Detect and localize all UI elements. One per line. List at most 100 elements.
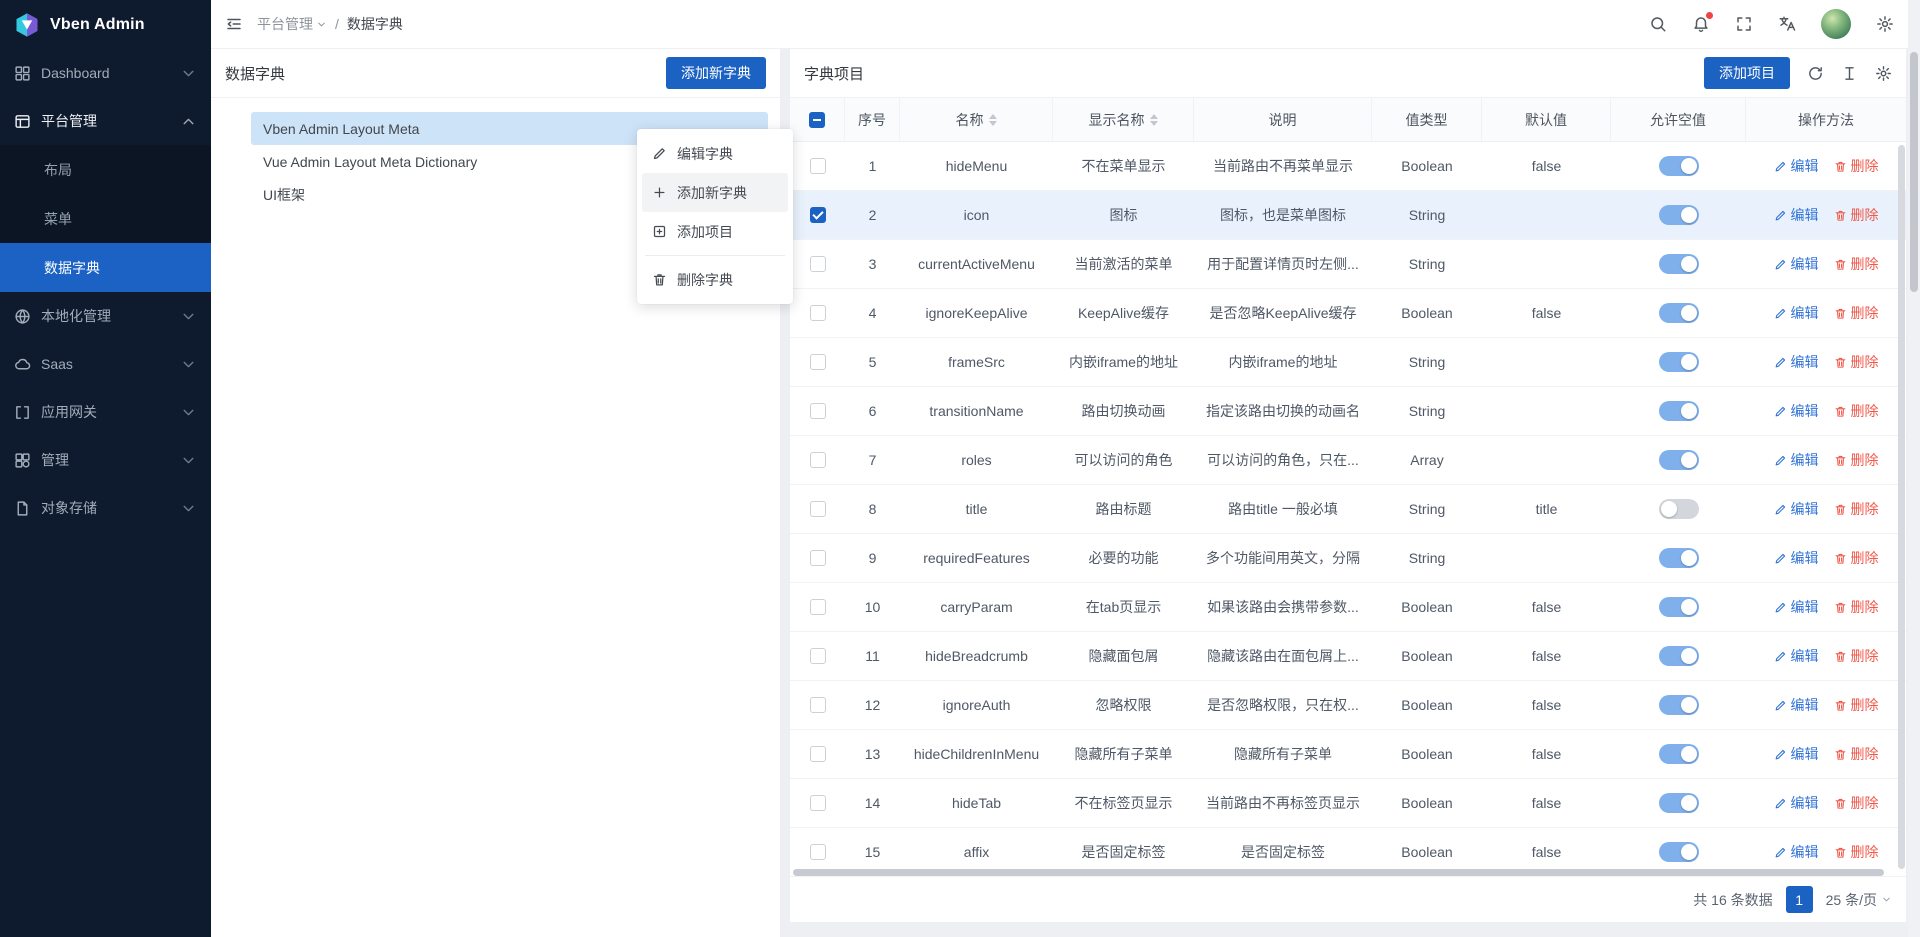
nullable-toggle[interactable] — [1659, 695, 1699, 715]
nullable-toggle[interactable] — [1659, 597, 1699, 617]
delete-link[interactable]: 删除 — [1834, 450, 1879, 470]
user-avatar[interactable] — [1821, 9, 1851, 39]
nullable-toggle[interactable] — [1659, 744, 1699, 764]
row-checkbox[interactable] — [810, 697, 826, 713]
sidebar-item-layout[interactable]: 布局 — [0, 145, 211, 194]
table-row[interactable]: 9requiredFeatures必要的功能多个功能间用英文，分隔String编… — [790, 534, 1906, 583]
row-checkbox[interactable] — [810, 795, 826, 811]
breadcrumb-item-platform[interactable]: 平台管理 — [257, 14, 327, 34]
delete-link[interactable]: 删除 — [1834, 254, 1879, 274]
edit-link[interactable]: 编辑 — [1774, 401, 1819, 421]
delete-link[interactable]: 删除 — [1834, 646, 1879, 666]
row-checkbox[interactable] — [810, 207, 826, 223]
delete-link[interactable]: 删除 — [1834, 499, 1879, 519]
table-row[interactable]: 5frameSrc内嵌iframe的地址内嵌iframe的地址String编辑删… — [790, 338, 1906, 387]
sidebar-item-localization[interactable]: 本地化管理 — [0, 292, 211, 340]
delete-link[interactable]: 删除 — [1834, 352, 1879, 372]
table-vertical-scrollbar-thumb[interactable] — [1898, 145, 1905, 869]
row-height-icon[interactable] — [1841, 65, 1858, 82]
table-row[interactable]: 6transitionName路由切换动画指定该路由切换的动画名String编辑… — [790, 387, 1906, 436]
sort-icon[interactable] — [1150, 114, 1158, 126]
nullable-toggle[interactable] — [1659, 303, 1699, 323]
table-row[interactable]: 12ignoreAuth忽略权限是否忽略权限，只在权...Booleanfals… — [790, 681, 1906, 730]
context-menu-item[interactable]: 删除字典 — [642, 260, 788, 299]
page-size-select[interactable]: 25 条/页 — [1826, 890, 1892, 910]
edit-link[interactable]: 编辑 — [1774, 352, 1819, 372]
header-cell[interactable]: 显示名称 — [1053, 98, 1194, 141]
sidebar-item-data-dictionary[interactable]: 数据字典 — [0, 243, 211, 292]
delete-link[interactable]: 删除 — [1834, 744, 1879, 764]
table-row[interactable]: 11hideBreadcrumb隐藏面包屑隐藏该路由在面包屑上...Boolea… — [790, 632, 1906, 681]
nullable-toggle[interactable] — [1659, 352, 1699, 372]
row-checkbox[interactable] — [810, 256, 826, 272]
table-row[interactable]: 8title路由标题路由title 一般必填Stringtitle编辑删除 — [790, 485, 1906, 534]
delete-link[interactable]: 删除 — [1834, 205, 1879, 225]
nullable-toggle[interactable] — [1659, 842, 1699, 862]
header-cell[interactable]: 名称 — [900, 98, 1053, 141]
sidebar-item-object-storage[interactable]: 对象存储 — [0, 484, 211, 532]
sidebar-item-saas[interactable]: Saas — [0, 340, 211, 388]
context-menu-item[interactable]: 添加项目 — [642, 212, 788, 251]
sidebar-item-gateway[interactable]: 应用网关 — [0, 388, 211, 436]
edit-link[interactable]: 编辑 — [1774, 744, 1819, 764]
add-dictionary-button[interactable]: 添加新字典 — [666, 57, 766, 89]
breadcrumb-item-data-dictionary[interactable]: 数据字典 — [347, 14, 403, 34]
sidebar-item-management[interactable]: 管理 — [0, 436, 211, 484]
row-checkbox[interactable] — [810, 648, 826, 664]
edit-link[interactable]: 编辑 — [1774, 548, 1819, 568]
table-row[interactable]: 2icon图标图标，也是菜单图标String编辑删除 — [790, 191, 1906, 240]
row-checkbox[interactable] — [810, 844, 826, 860]
delete-link[interactable]: 删除 — [1834, 303, 1879, 323]
app-logo[interactable]: Vben Admin — [0, 0, 211, 49]
context-menu-item[interactable]: 添加新字典 — [642, 173, 788, 212]
edit-link[interactable]: 编辑 — [1774, 695, 1819, 715]
nullable-toggle[interactable] — [1659, 205, 1699, 225]
row-checkbox[interactable] — [810, 746, 826, 762]
select-all-checkbox[interactable] — [809, 112, 825, 128]
table-settings-icon[interactable] — [1875, 65, 1892, 82]
context-menu-item[interactable]: 编辑字典 — [642, 134, 788, 173]
edit-link[interactable]: 编辑 — [1774, 646, 1819, 666]
nullable-toggle[interactable] — [1659, 156, 1699, 176]
refresh-icon[interactable] — [1807, 65, 1824, 82]
row-checkbox[interactable] — [810, 158, 826, 174]
language-icon[interactable] — [1778, 15, 1796, 33]
fullscreen-icon[interactable] — [1735, 15, 1753, 33]
nullable-toggle[interactable] — [1659, 254, 1699, 274]
delete-link[interactable]: 删除 — [1834, 548, 1879, 568]
table-horizontal-scrollbar-thumb[interactable] — [793, 869, 1884, 876]
row-checkbox[interactable] — [810, 599, 826, 615]
table-row[interactable]: 13hideChildrenInMenu隐藏所有子菜单隐藏所有子菜单Boolea… — [790, 730, 1906, 779]
nullable-toggle[interactable] — [1659, 499, 1699, 519]
edit-link[interactable]: 编辑 — [1774, 303, 1819, 323]
add-item-button[interactable]: 添加项目 — [1704, 57, 1790, 89]
delete-link[interactable]: 删除 — [1834, 842, 1879, 862]
edit-link[interactable]: 编辑 — [1774, 450, 1819, 470]
delete-link[interactable]: 删除 — [1834, 156, 1879, 176]
sidebar-item-dashboard[interactable]: Dashboard — [0, 49, 211, 97]
notifications-icon[interactable] — [1692, 15, 1710, 33]
search-icon[interactable] — [1649, 15, 1667, 33]
edit-link[interactable]: 编辑 — [1774, 499, 1819, 519]
edit-link[interactable]: 编辑 — [1774, 842, 1819, 862]
nullable-toggle[interactable] — [1659, 548, 1699, 568]
sort-icon[interactable] — [989, 114, 997, 126]
sidebar-item-platform[interactable]: 平台管理 — [0, 97, 211, 145]
table-row[interactable]: 4ignoreKeepAliveKeepAlive缓存是否忽略KeepAlive… — [790, 289, 1906, 338]
table-row[interactable]: 14hideTab不在标签页显示当前路由不再标签页显示Booleanfalse编… — [790, 779, 1906, 828]
settings-icon[interactable] — [1876, 15, 1894, 33]
nullable-toggle[interactable] — [1659, 793, 1699, 813]
delete-link[interactable]: 删除 — [1834, 401, 1879, 421]
nullable-toggle[interactable] — [1659, 450, 1699, 470]
delete-link[interactable]: 删除 — [1834, 793, 1879, 813]
edit-link[interactable]: 编辑 — [1774, 793, 1819, 813]
nullable-toggle[interactable] — [1659, 401, 1699, 421]
menu-fold-icon[interactable] — [225, 15, 243, 33]
sidebar-item-menu[interactable]: 菜单 — [0, 194, 211, 243]
edit-link[interactable]: 编辑 — [1774, 205, 1819, 225]
table-row[interactable]: 3currentActiveMenu当前激活的菜单用于配置详情页时左侧...St… — [790, 240, 1906, 289]
table-row[interactable]: 1hideMenu不在菜单显示当前路由不再菜单显示Booleanfalse编辑删… — [790, 142, 1906, 191]
nullable-toggle[interactable] — [1659, 646, 1699, 666]
row-checkbox[interactable] — [810, 550, 826, 566]
delete-link[interactable]: 删除 — [1834, 597, 1879, 617]
